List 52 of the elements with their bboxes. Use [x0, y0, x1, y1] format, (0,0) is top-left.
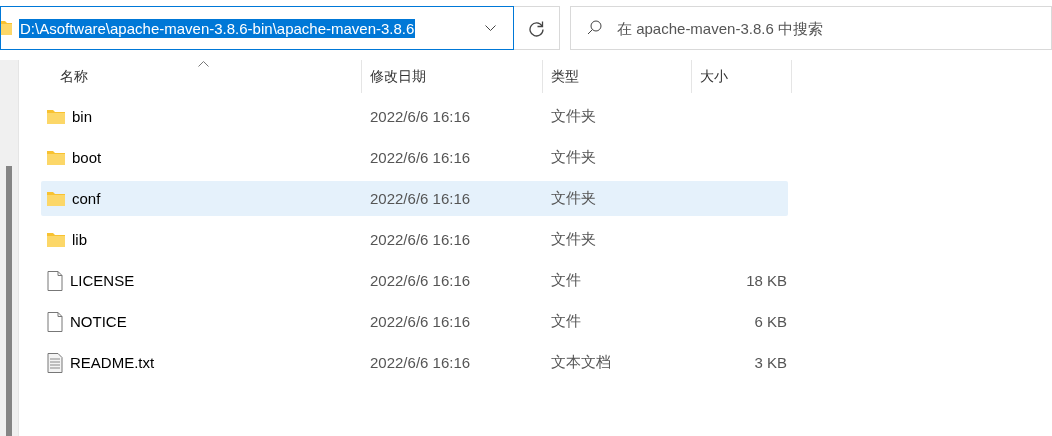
refresh-button[interactable]: [514, 6, 560, 50]
modified-date: 2022/6/6 16:16: [369, 272, 472, 289]
file-name: LICENSE: [70, 272, 135, 289]
file-row[interactable]: NOTICE 2022/6/6 16:16 文件 6 KB: [41, 304, 788, 339]
file-name: conf: [72, 190, 101, 207]
file-name: NOTICE: [70, 313, 127, 330]
modified-date: 2022/6/6 16:16: [369, 108, 472, 125]
folder-icon: [1, 21, 12, 35]
file-size: 3 KB: [753, 354, 788, 371]
folder-icon: [47, 191, 65, 206]
file-row[interactable]: LICENSE 2022/6/6 16:16 文件 18 KB: [41, 263, 788, 298]
column-header[interactable]: 修改日期: [362, 60, 543, 93]
column-header[interactable]: 类型: [543, 60, 692, 93]
file-name: bin: [72, 108, 93, 125]
modified-date: 2022/6/6 16:16: [369, 149, 472, 166]
file-name: lib: [72, 231, 87, 248]
refresh-icon: [528, 19, 545, 37]
sort-ascending-icon: [198, 60, 209, 67]
modified-date: 2022/6/6 16:16: [369, 190, 472, 207]
file-name: README.txt: [70, 354, 155, 371]
file-name: boot: [72, 149, 102, 166]
chevron-down-icon[interactable]: [485, 24, 496, 32]
file-icon: [47, 311, 63, 332]
file-row[interactable]: bin 2022/6/6 16:16 文件夹: [41, 99, 788, 134]
column-header[interactable]: 名称: [41, 60, 362, 93]
file-type: 文件: [550, 271, 582, 290]
file-icon: [47, 270, 63, 291]
address-field[interactable]: D:\Asoftware\apache-maven-3.8.6-bin\apache-maven-3.8.6: [0, 6, 514, 50]
address-path: D:\Asoftware\apache-maven-3.8.6-bin\apache-maven-3.8.6: [19, 18, 416, 38]
file-row[interactable]: boot 2022/6/6 16:16 文件夹: [41, 140, 788, 175]
modified-date: 2022/6/6 16:16: [369, 313, 472, 330]
modified-date: 2022/6/6 16:16: [369, 231, 472, 248]
file-type: 文本文档: [550, 353, 612, 372]
search-field[interactable]: 在 apache-maven-3.8.6 中搜索: [570, 6, 1052, 50]
file-row[interactable]: README.txt 2022/6/6 16:16 文本文档 3 KB: [41, 345, 788, 380]
file-type: 文件夹: [550, 230, 597, 249]
modified-date: 2022/6/6 16:16: [369, 354, 472, 371]
file-size: 18 KB: [745, 272, 788, 289]
column-header[interactable]: 大小: [692, 60, 792, 93]
folder-icon: [47, 232, 65, 247]
file-size: 6 KB: [753, 313, 788, 330]
file-row[interactable]: lib 2022/6/6 16:16 文件夹: [41, 222, 788, 257]
file-row[interactable]: conf 2022/6/6 16:16 文件夹: [41, 181, 788, 216]
file-type: 文件夹: [550, 107, 597, 126]
file-type: 文件夹: [550, 148, 597, 167]
folder-icon: [47, 109, 65, 124]
file-type: 文件: [550, 312, 582, 331]
text-file-icon: [47, 352, 63, 373]
search-icon: [587, 20, 602, 35]
scrollbar-thumb[interactable]: [6, 166, 12, 436]
folder-icon: [47, 150, 65, 165]
file-type: 文件夹: [550, 189, 597, 208]
